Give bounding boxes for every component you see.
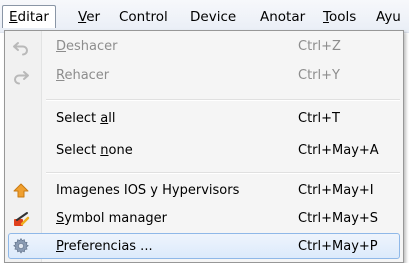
menu-item-shortcut: Ctrl+May+I — [298, 183, 374, 198]
menu-ayuda-label: Ayu — [376, 9, 401, 25]
menu-item-label: Imagenes IOS y Hypervisors — [56, 183, 240, 198]
menu-ver-label: er — [86, 9, 101, 25]
menu-anotar-label: Anotar — [260, 9, 306, 25]
menu-item-symbol-manager[interactable]: Symbol manager Ctrl+May+S — [8, 206, 400, 232]
menu-item-label: Deshacer — [56, 39, 118, 54]
menu-control-label: Control — [119, 9, 168, 25]
menu-item-shortcut: Ctrl+May+A — [298, 143, 379, 158]
menu-item-label: Select none — [56, 143, 133, 158]
undo-icon — [12, 38, 30, 56]
menu-anotar[interactable]: Anotar — [260, 8, 305, 26]
menu-ver[interactable]: Ver — [78, 8, 100, 26]
menu-control[interactable]: Control — [119, 8, 168, 26]
menu-item-label: Preferencias ... — [56, 239, 153, 254]
menu-item-shortcut: Ctrl+Z — [298, 39, 341, 54]
menu-ver-accel: V — [78, 9, 87, 25]
menu-separator — [46, 172, 400, 174]
menu-item-label: Symbol manager — [56, 211, 168, 226]
menu-editar[interactable]: Editar — [2, 5, 56, 28]
menu-item-shortcut: Ctrl+May+S — [298, 211, 379, 226]
menu-item-label: Rehacer — [56, 68, 110, 83]
menu-separator — [46, 99, 400, 101]
menu-bar: Editar Ver Control Device Anotar Tools A… — [0, 0, 409, 33]
menu-tools-label: ools — [328, 9, 357, 25]
menu-item-shortcut: Ctrl+May+P — [298, 239, 378, 254]
menu-editar-label: ditar — [17, 9, 49, 25]
menu-item-label: Select all — [56, 111, 116, 126]
menu-device-label: Device — [190, 9, 237, 25]
menu-item-select-all[interactable]: Select all Ctrl+T — [8, 106, 400, 132]
menu-item-shortcut: Ctrl+Y — [298, 68, 340, 83]
menu-item-imagenes-ios[interactable]: Imagenes IOS y Hypervisors Ctrl+May+I — [8, 178, 400, 204]
symbol-manager-icon — [12, 210, 30, 228]
up-arrow-icon — [12, 182, 30, 200]
menu-editar-accel: E — [9, 9, 18, 25]
redo-icon — [12, 67, 30, 85]
menu-item-select-none[interactable]: Select none Ctrl+May+A — [8, 138, 400, 164]
menu-item-shortcut: Ctrl+T — [298, 111, 340, 126]
gear-icon — [12, 237, 30, 255]
menu-item-rehacer[interactable]: Rehacer Ctrl+Y — [8, 63, 400, 89]
menu-device[interactable]: Device — [190, 8, 236, 26]
editar-dropdown-menu: Deshacer Ctrl+Z Rehacer Ctrl+Y Select al… — [4, 30, 404, 263]
menu-item-preferencias[interactable]: Preferencias ... Ctrl+May+P — [8, 233, 400, 259]
menu-item-deshacer[interactable]: Deshacer Ctrl+Z — [8, 34, 400, 60]
menu-ayuda[interactable]: Ayu — [376, 8, 409, 26]
menu-tools[interactable]: Tools — [323, 8, 356, 26]
